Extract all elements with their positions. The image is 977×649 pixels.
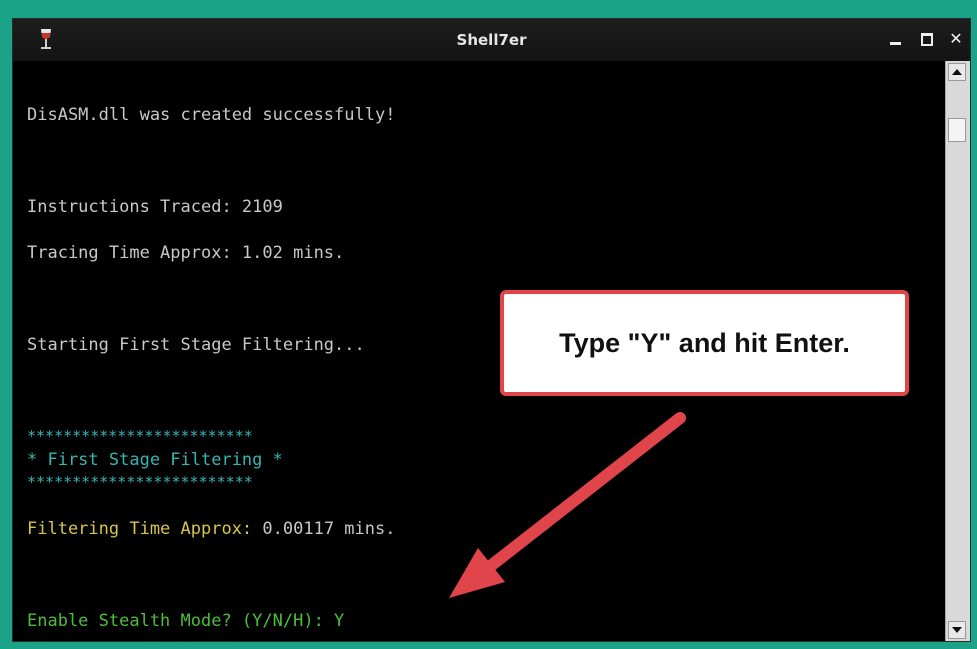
scroll-up-button[interactable] [948, 63, 966, 81]
output-line: Tracing Time Approx: 1.02 mins. [27, 243, 345, 263]
maximize-icon [921, 33, 933, 46]
minimize-icon [889, 42, 901, 45]
output-line: DisASM.dll was created successfully! [27, 105, 396, 125]
scroll-down-button[interactable] [948, 621, 966, 639]
output-line: Filtering Time Approx: 0.00117 mins. [27, 519, 395, 539]
maximize-button[interactable] [918, 29, 936, 49]
close-icon: ✕ [949, 29, 963, 48]
prompt-line[interactable]: Enable Stealth Mode? (Y/N/H): Y [27, 611, 344, 631]
arrow-down-icon [952, 627, 962, 633]
title-bar[interactable]: Shell7er ✕ [13, 19, 970, 61]
close-button[interactable]: ✕ [947, 29, 965, 49]
scroll-thumb[interactable] [948, 118, 966, 142]
output-line: ************************* [27, 473, 253, 491]
output-line: Starting First Stage Filtering... [27, 335, 365, 355]
callout-text: Type "Y" and hit Enter. [559, 327, 850, 358]
output-label: Filtering Time Approx: [27, 519, 253, 539]
vertical-scrollbar[interactable] [945, 61, 970, 641]
output-line: Instructions Traced: 2109 [27, 197, 283, 217]
minimize-button[interactable] [886, 29, 904, 49]
arrow-up-icon [952, 69, 962, 75]
output-line: ************************* [27, 427, 253, 445]
window-title: Shell7er [456, 31, 527, 49]
annotation-callout: Type "Y" and hit Enter. [500, 290, 909, 396]
output-value: 0.00117 mins. [252, 519, 396, 539]
output-line: * First Stage Filtering * [27, 450, 283, 470]
